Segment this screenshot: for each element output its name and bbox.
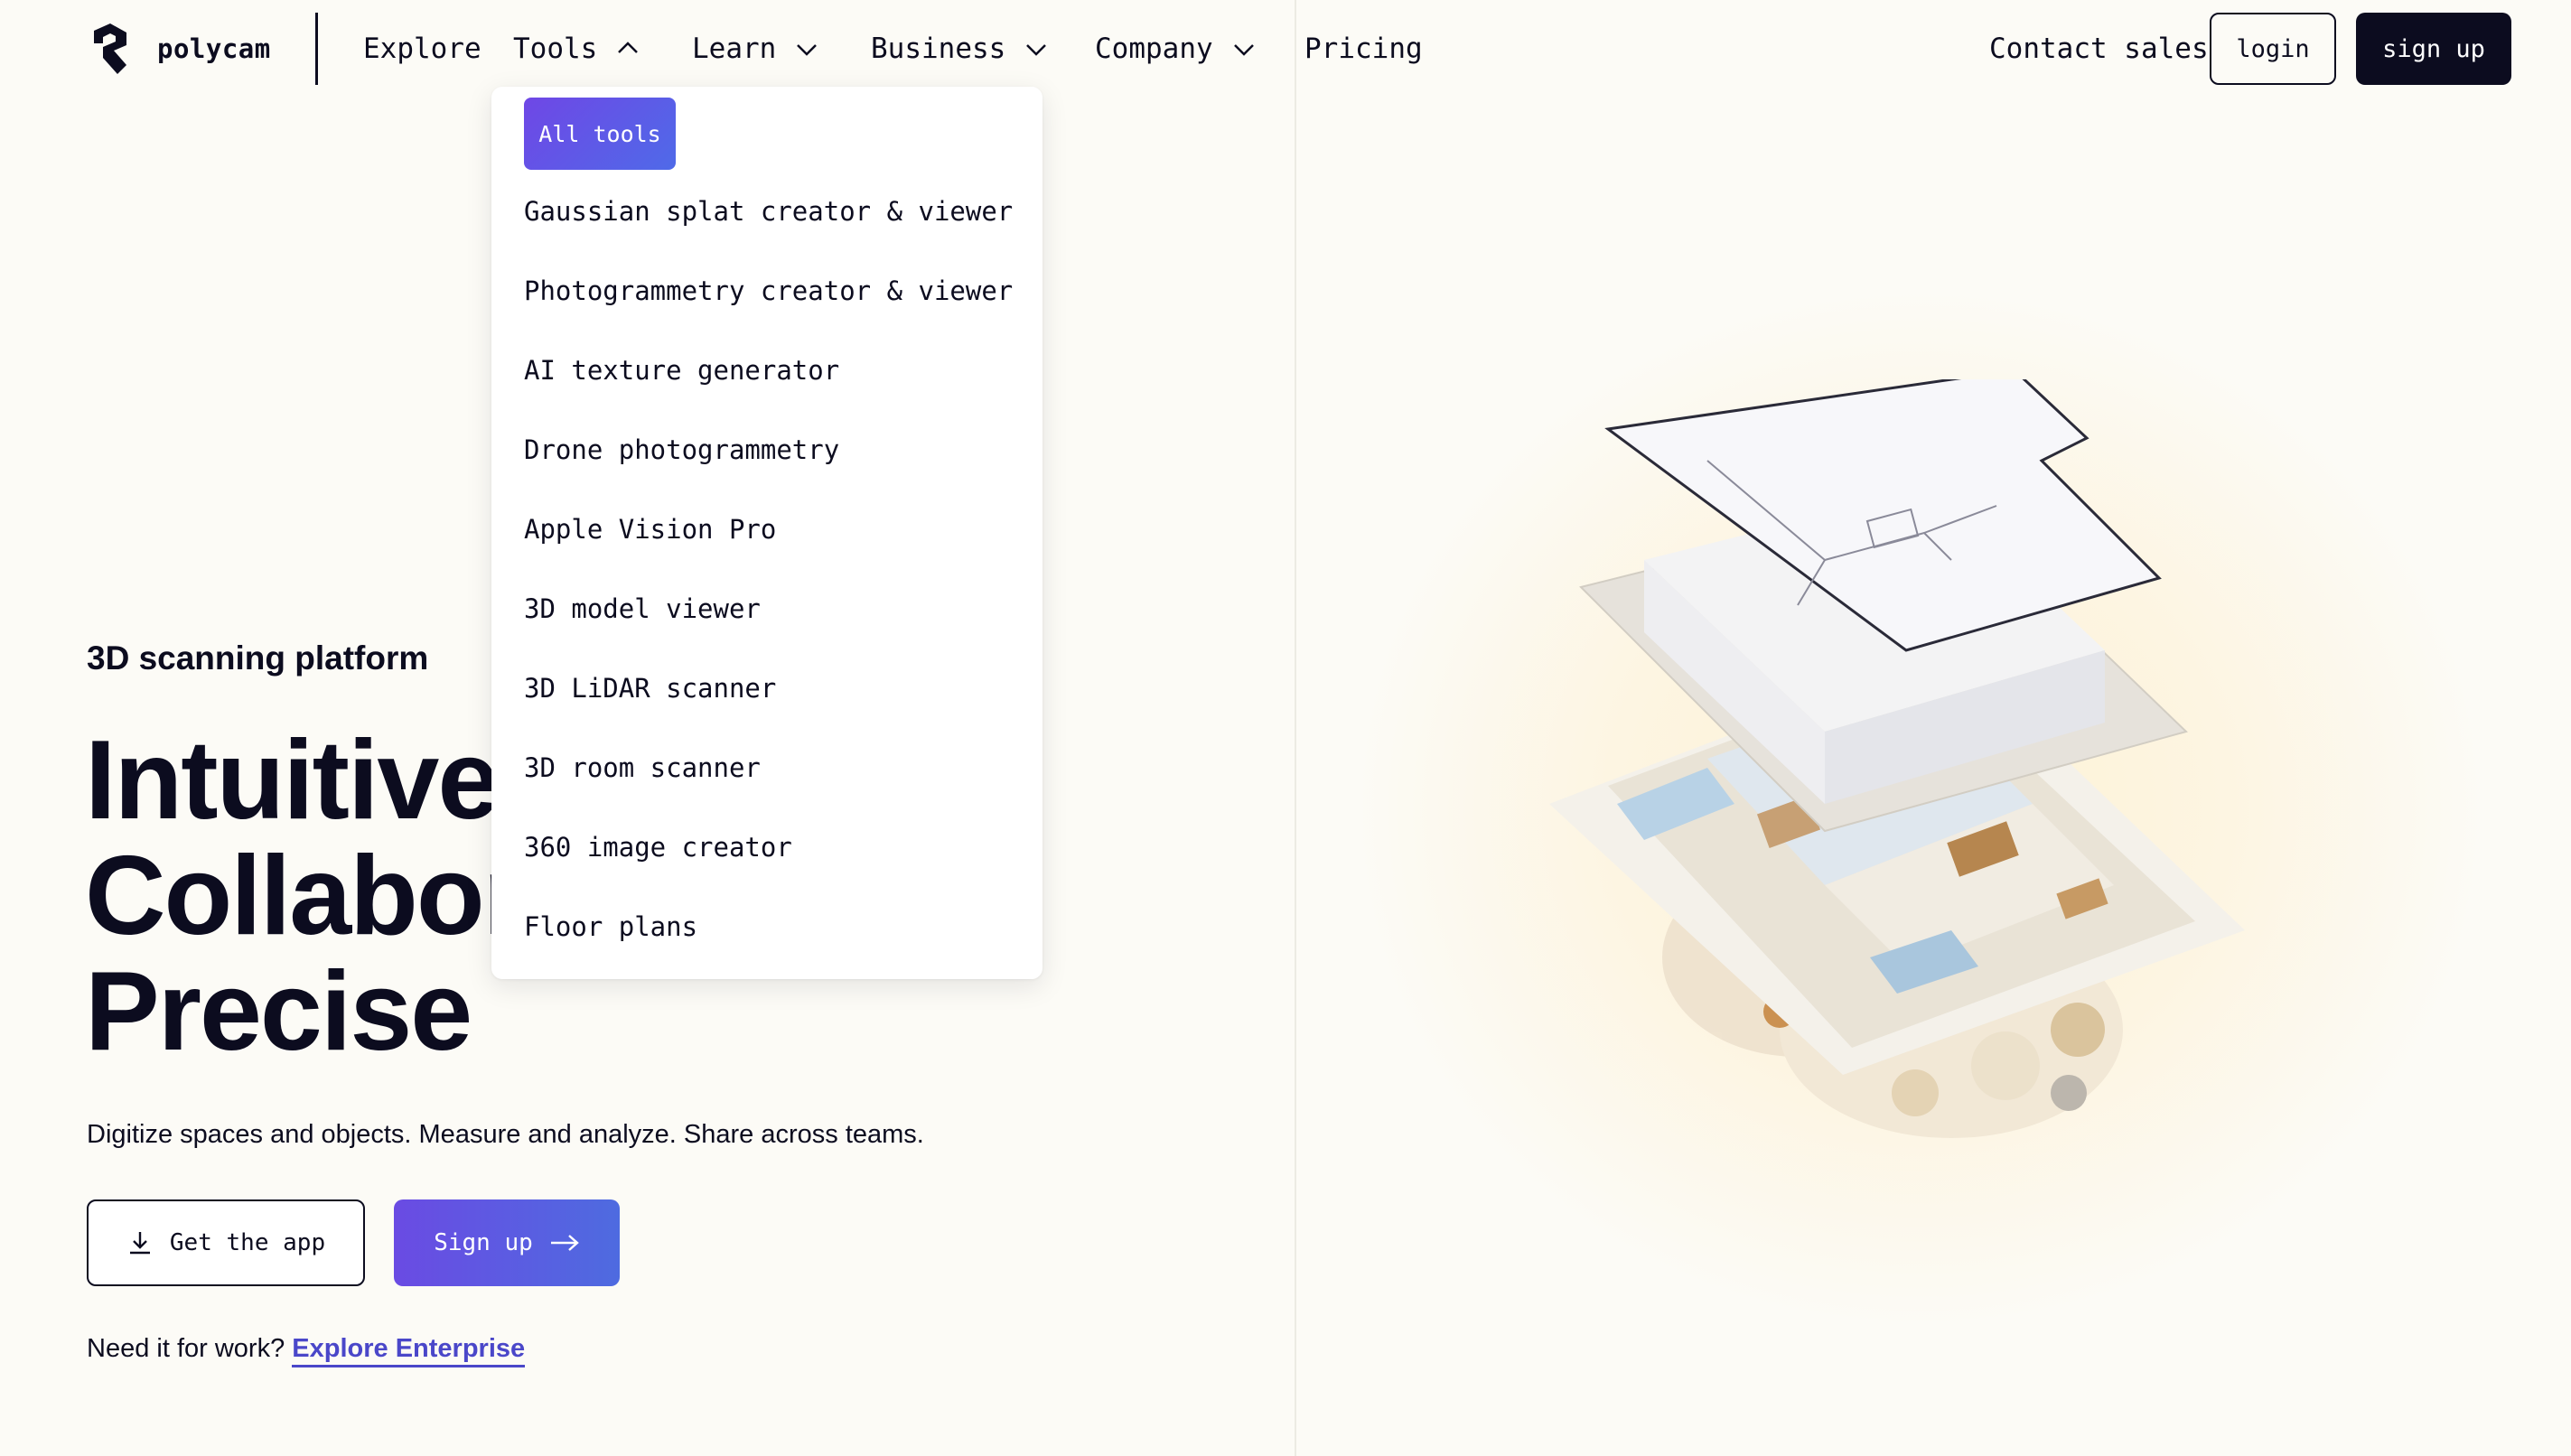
nav-pricing-label: Pricing	[1304, 33, 1423, 65]
hero-subline: Digitize spaces and objects. Measure and…	[87, 1120, 924, 1149]
hero-eyebrow: 3D scanning platform	[87, 639, 429, 677]
arrow-right-icon	[550, 1235, 579, 1251]
nav-tools-label: Tools	[513, 33, 598, 65]
menu-item-photogrammetry[interactable]: Photogrammetry creator & viewer	[524, 275, 1013, 306]
menu-item-apple-vision-pro[interactable]: Apple Vision Pro	[524, 514, 776, 545]
contact-sales-link[interactable]: Contact sales	[1989, 33, 2209, 65]
nav-tools[interactable]: Tools	[513, 33, 640, 65]
chevron-up-icon	[618, 42, 639, 53]
menu-item-3d-lidar-scanner[interactable]: 3D LiDAR scanner	[524, 673, 776, 704]
headline-line-1: Intuitive	[85, 718, 500, 843]
nav-explore[interactable]: Explore	[363, 33, 481, 65]
menu-item-floor-plans[interactable]: Floor plans	[524, 911, 697, 942]
menu-item-3d-model-viewer[interactable]: 3D model viewer	[524, 593, 761, 624]
headline-line-2: Collabor	[85, 834, 527, 958]
menu-item-3d-room-scanner[interactable]: 3D room scanner	[524, 752, 761, 783]
site-header: polycam Explore Tools Learn Business Com…	[0, 0, 2571, 99]
hero-signup-button[interactable]: Sign up	[394, 1199, 620, 1286]
brand-name: polycam	[157, 33, 271, 64]
menu-item-ai-texture[interactable]: AI texture generator	[524, 355, 839, 386]
nav-explore-label: Explore	[363, 33, 481, 65]
nav-pricing[interactable]: Pricing	[1304, 33, 1423, 65]
menu-item-all-tools[interactable]: All tools	[524, 98, 676, 170]
menu-item-360-image-creator[interactable]: 360 image creator	[524, 832, 792, 863]
nav-business[interactable]: Business	[871, 33, 1049, 65]
hero-headline: Intuitive Collabor Precise	[85, 718, 527, 1074]
house-3d-model-image	[1549, 379, 2245, 1138]
enterprise-prompt: Need it for work? Explore Enterprise	[87, 1334, 526, 1367]
explore-enterprise-link[interactable]: Explore Enterprise	[292, 1334, 526, 1367]
polycam-logo-icon	[94, 23, 126, 74]
login-button[interactable]: login	[2210, 13, 2336, 85]
menu-item-drone-photogrammetry[interactable]: Drone photogrammetry	[524, 434, 839, 465]
header-divider	[315, 13, 318, 85]
nav-company[interactable]: Company	[1095, 33, 1257, 65]
nav-learn[interactable]: Learn	[692, 33, 819, 65]
signup-button[interactable]: sign up	[2356, 13, 2511, 85]
get-the-app-label: Get the app	[169, 1229, 326, 1256]
tools-dropdown-menu: All tools Gaussian splat creator & viewe…	[491, 87, 1042, 979]
chevron-down-icon	[797, 44, 818, 56]
menu-item-gaussian-splat[interactable]: Gaussian splat creator & viewer	[524, 196, 1013, 227]
nav-business-label: Business	[871, 33, 1006, 65]
brand-logo[interactable]: polycam	[90, 23, 271, 74]
nav-company-label: Company	[1095, 33, 1213, 65]
get-the-app-button[interactable]: Get the app	[87, 1199, 365, 1286]
nav-learn-label: Learn	[692, 33, 777, 65]
chevron-down-icon	[1026, 44, 1047, 56]
download-icon	[129, 1232, 150, 1255]
headline-line-3: Precise	[85, 949, 472, 1074]
chevron-down-icon	[1233, 44, 1254, 56]
section-divider	[1295, 0, 1296, 1456]
enterprise-prompt-text: Need it for work?	[87, 1334, 285, 1363]
hero-signup-label: Sign up	[434, 1229, 533, 1256]
